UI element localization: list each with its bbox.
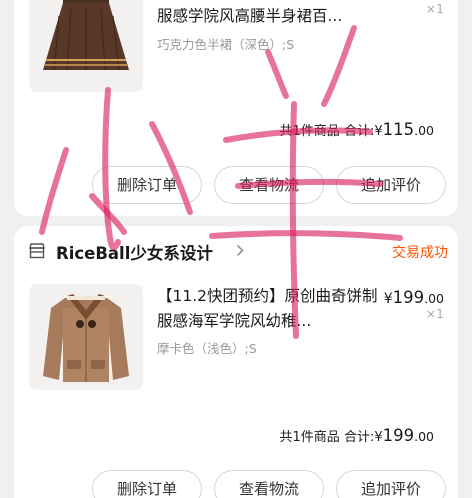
- price-int: 199: [392, 288, 425, 307]
- product-spec: 摩卡色（浅色）;S: [157, 341, 257, 356]
- product-image-jacket[interactable]: [29, 284, 143, 390]
- delete-order-button[interactable]: 删除订单: [92, 470, 202, 498]
- price-currency: ¥: [383, 291, 393, 307]
- add-review-button[interactable]: 追加评价: [336, 470, 446, 498]
- shop-name[interactable]: RiceBall少女系设计: [56, 240, 213, 264]
- summary-total-int: 199: [382, 426, 415, 445]
- view-logistics-button[interactable]: 查看物流: [214, 470, 324, 498]
- product-quantity: ×1: [425, 1, 444, 16]
- skirt-image: [29, 0, 143, 92]
- price-dec: .00: [424, 291, 444, 306]
- product-title[interactable]: 【11.2快团预约】原创曲奇饼制服感海军学院风幼稚...: [157, 284, 385, 334]
- jacket-image: [29, 284, 143, 390]
- product-spec: 巧克力色半裙（深色）;S: [157, 37, 295, 52]
- chevron-right-icon: [236, 244, 244, 257]
- summary-currency: ¥: [374, 124, 383, 139]
- order-card[interactable]: 服感学院风高腰半身裙百... 巧克力色半裙（深色）;S ×1 共1件商品 合计:…: [14, 0, 458, 216]
- shop-header[interactable]: RiceBall少女系设计 交易成功: [28, 240, 448, 264]
- product-price: ¥199.00: [384, 288, 444, 307]
- order-summary: 共1件商品 合计:¥115.00: [280, 120, 434, 139]
- product-image-skirt[interactable]: [29, 0, 143, 92]
- summary-total-dec: .00: [414, 123, 434, 138]
- summary-total-dec: .00: [414, 429, 434, 444]
- view-logistics-button[interactable]: 查看物流: [214, 166, 324, 204]
- summary-currency: ¥: [374, 430, 383, 445]
- add-review-button[interactable]: 追加评价: [336, 166, 446, 204]
- order-card[interactable]: RiceBall少女系设计 交易成功 【11.2快团预约】原创曲奇饼制服感海军学…: [14, 226, 458, 498]
- delete-order-button[interactable]: 删除订单: [92, 166, 202, 204]
- order-status: 交易成功: [392, 245, 448, 261]
- summary-total-int: 115: [382, 120, 415, 139]
- product-quantity: ×1: [425, 306, 444, 321]
- summary-total-label: 合计:: [343, 124, 375, 139]
- order-summary: 共1件商品 合计:¥199.00: [280, 426, 434, 445]
- product-title[interactable]: 服感学院风高腰半身裙百...: [157, 4, 385, 29]
- summary-count: 共1件商品: [279, 124, 340, 139]
- summary-count: 共1件商品: [279, 430, 340, 445]
- summary-total-label: 合计:: [343, 430, 375, 445]
- store-icon: [29, 243, 45, 259]
